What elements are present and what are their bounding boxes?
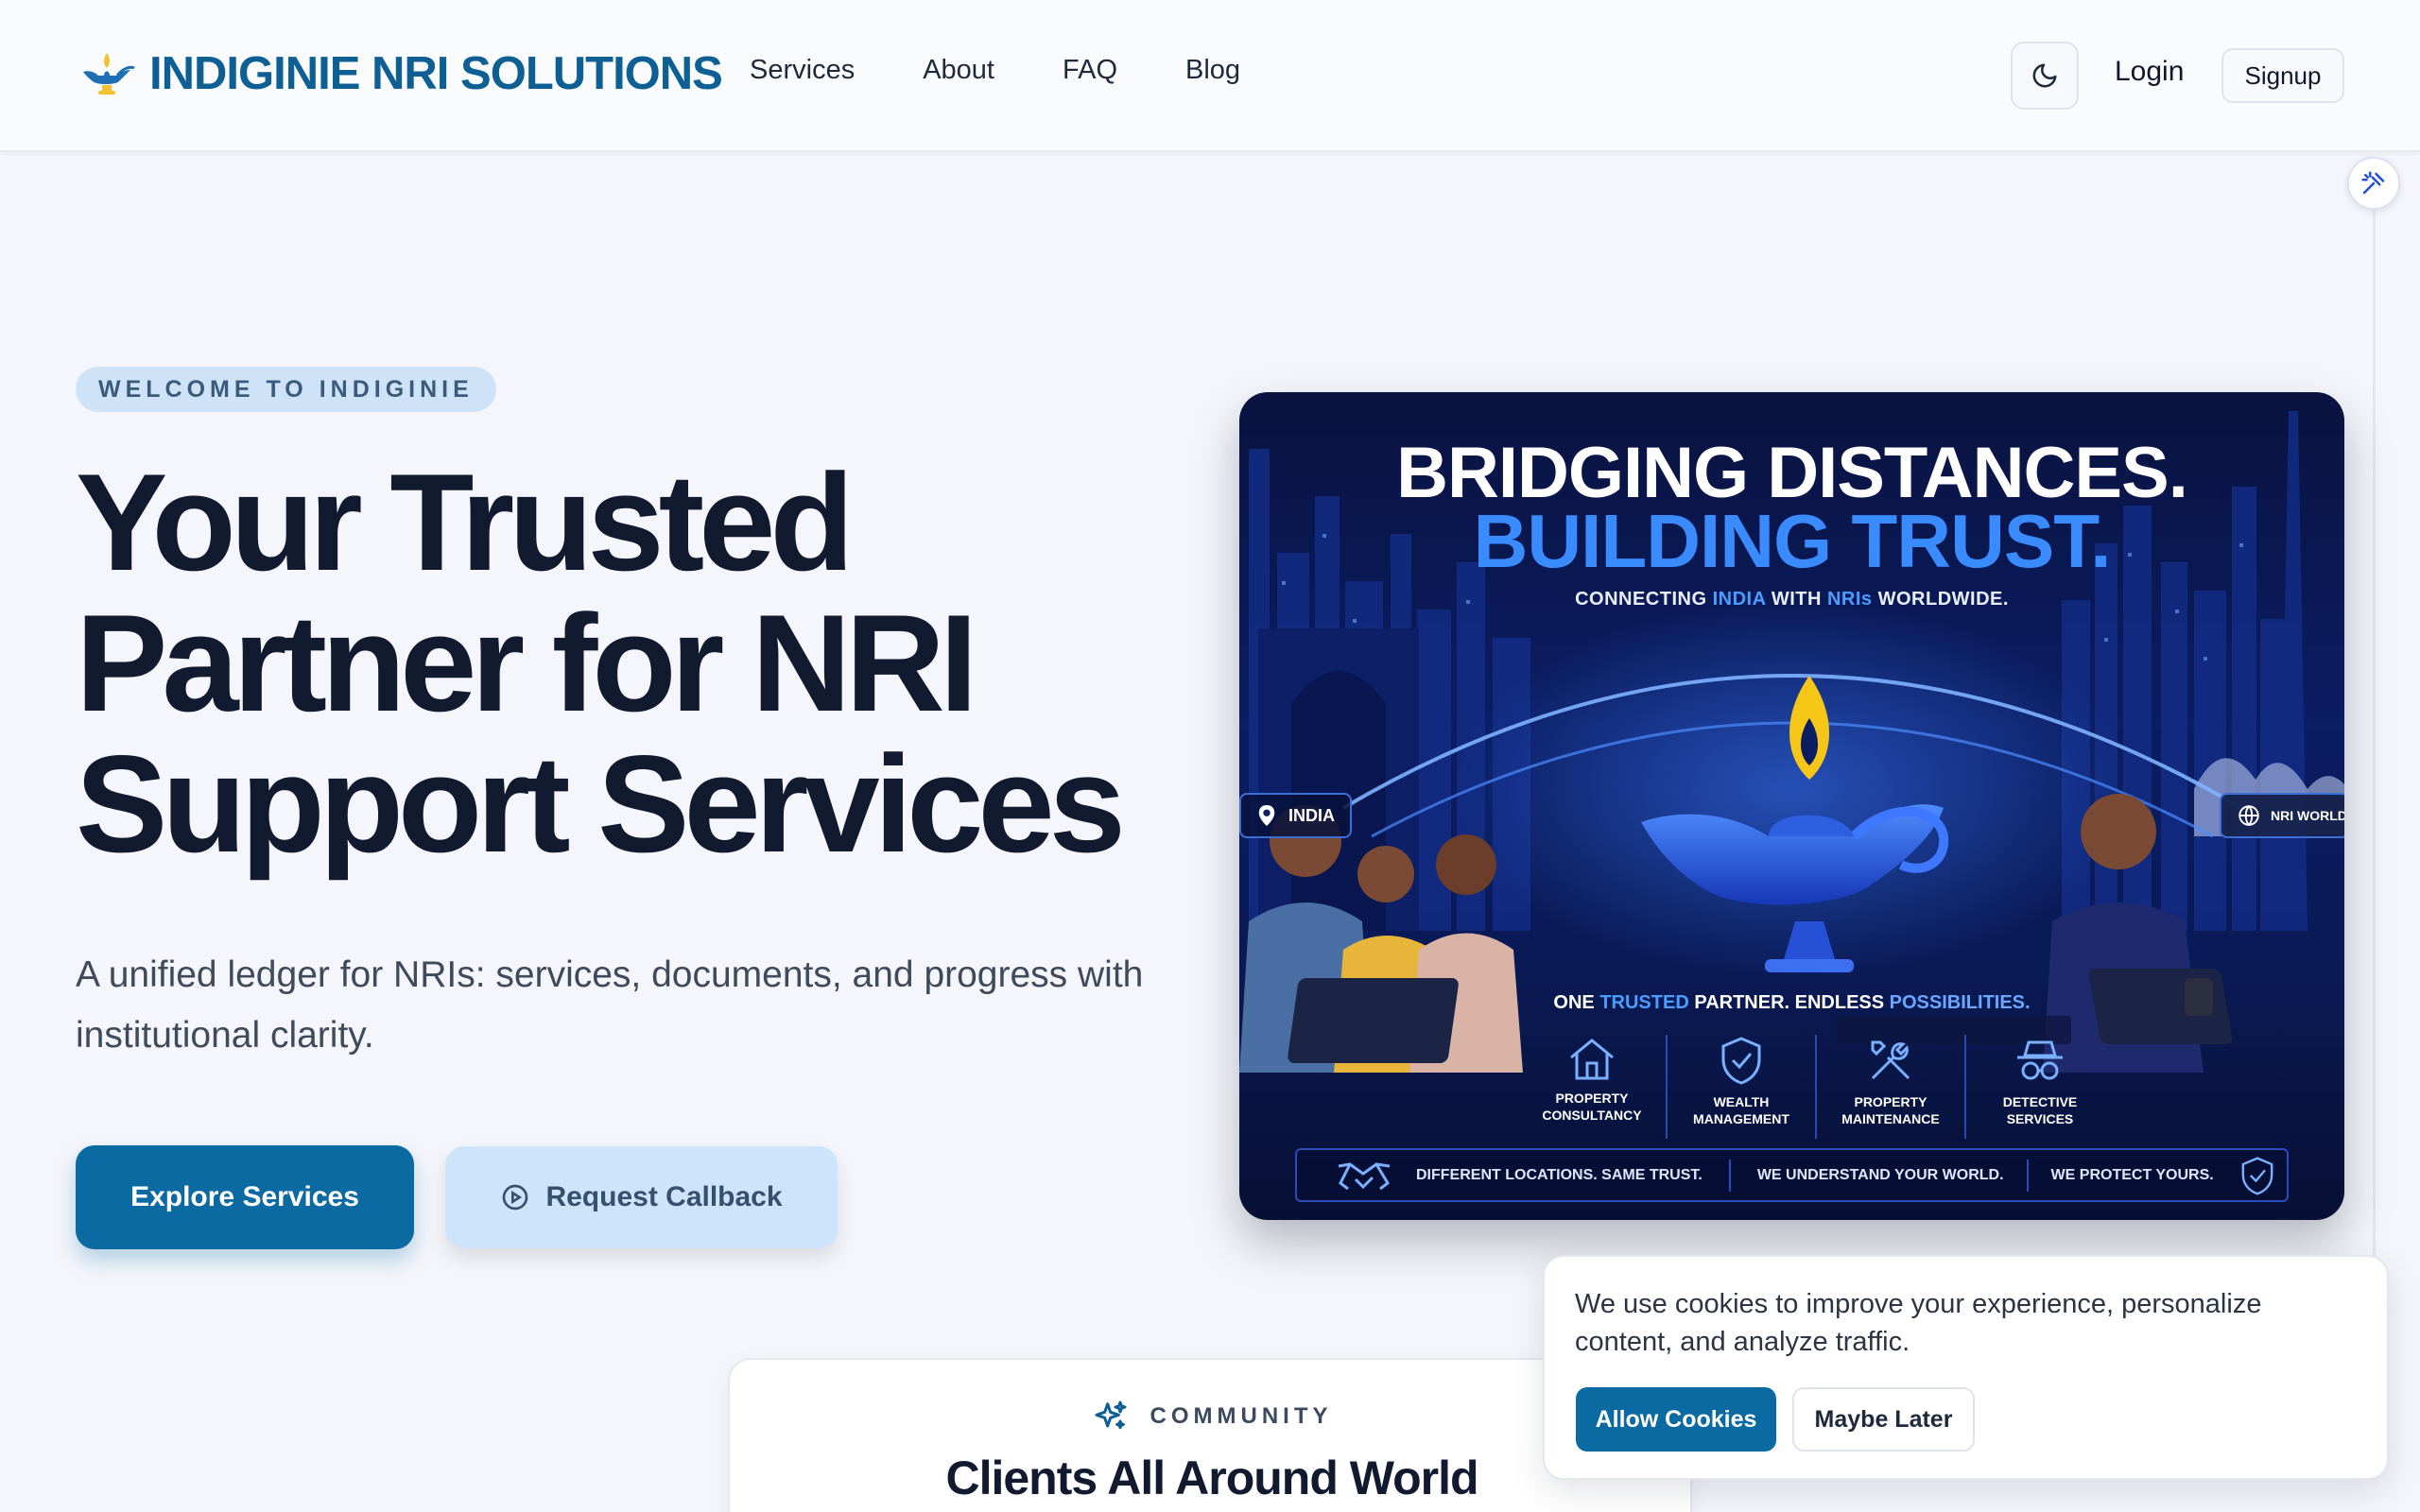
hero-title-line: Partner for NRI (76, 586, 977, 740)
banner-partner-text: ONE (1553, 992, 1600, 1013)
service-label: DETECTIVE SERVICES (1983, 1093, 2097, 1127)
banner-service-item: PROPERTY MAINTENANCE (1817, 1035, 1966, 1139)
banner-tagline-highlight: INDIA (1712, 589, 1766, 610)
banner-tagline: CONNECTING INDIA WITH NRIs WORLDWIDE. (1239, 589, 2344, 610)
banner-tagline-text: WORLDWIDE. (1872, 589, 2009, 610)
community-eyebrow-text: COMMUNITY (1150, 1403, 1333, 1429)
allow-cookies-button[interactable]: Allow Cookies (1576, 1387, 1776, 1452)
detective-icon (2017, 1040, 2063, 1080)
service-label-line: PROPERTY (1555, 1091, 1629, 1106)
bar-divider (2026, 1159, 2029, 1192)
service-label-line: MAINTENANCE (1841, 1111, 1940, 1126)
login-link[interactable]: Login (2115, 56, 2184, 88)
explore-services-button[interactable]: Explore Services (76, 1145, 414, 1249)
banner-bottom-bar: DIFFERENT LOCATIONS. SAME TRUST. WE UNDE… (1295, 1148, 2289, 1202)
shield-check-icon (2241, 1156, 2273, 1194)
banner-tagline-text: CONNECTING (1575, 589, 1713, 610)
request-callback-label: Request Callback (545, 1181, 783, 1212)
signup-button[interactable]: Signup (2221, 48, 2344, 103)
location-pin-icon (1258, 805, 1275, 826)
service-label: PROPERTY CONSULTANCY (1535, 1090, 1649, 1124)
accessibility-button[interactable] (2347, 157, 2400, 210)
nav-item-services[interactable]: Services (750, 55, 855, 86)
bar-divider (1728, 1159, 1731, 1192)
banner-partner-text: PARTNER. ENDLESS (1688, 992, 1890, 1013)
brand[interactable]: INDIGINIE NRI SOLUTIONS (76, 43, 723, 104)
nav-item-blog[interactable]: Blog (1185, 55, 1240, 86)
theme-toggle-button[interactable] (2011, 42, 2079, 110)
banner-services-row: PROPERTY CONSULTANCY WEALTH MANAGEMENT PRO… (1518, 1035, 2114, 1139)
hero-subtitle: A unified ledger for NRIs: services, doc… (76, 954, 1144, 1056)
cookie-message: We use cookies to improve your experienc… (1575, 1289, 2262, 1357)
banner-chip-nri-world: NRI WORLD (2220, 793, 2344, 838)
house-icon (1570, 1039, 1614, 1080)
banner-bar-text: DIFFERENT LOCATIONS. SAME TRUST. (1416, 1166, 1703, 1183)
moon-icon (2032, 63, 2057, 88)
banner-service-item: DETECTIVE SERVICES (1966, 1035, 2114, 1139)
hero-title-line: Your Trusted (76, 445, 855, 599)
nav-item-about[interactable]: About (923, 55, 994, 86)
service-label-line: MANAGEMENT (1693, 1111, 1789, 1126)
banner-tagline-text: WITH (1765, 589, 1827, 610)
sparkles-icon (1092, 1398, 1130, 1435)
accessibility-rail (2373, 210, 2376, 1268)
maybe-later-button[interactable]: Maybe Later (1792, 1387, 1975, 1452)
banner-bar-text: WE PROTECT YOURS. (2050, 1166, 2214, 1183)
hero-eyebrow: WELCOME TO INDIGINIE (76, 367, 496, 412)
handshake-icon (1338, 1161, 1391, 1190)
brand-name: INDIGINIE NRI SOLUTIONS (149, 48, 723, 99)
shield-check-icon (1721, 1037, 1761, 1085)
play-circle-icon (500, 1182, 530, 1212)
main-nav: Services About FAQ Blog (750, 55, 1308, 86)
service-label-line: WEALTH (1713, 1094, 1770, 1109)
tools-icon (1871, 1040, 1910, 1080)
banner-tagline-highlight: NRIs (1826, 589, 1873, 610)
site-header: INDIGINIE NRI SOLUTIONS Services About F… (0, 0, 2420, 152)
banner-partner-highlight: POSSIBILITIES. (1889, 992, 2031, 1013)
service-label: PROPERTY MAINTENANCE (1834, 1093, 1947, 1127)
hero-title-line: Support Services (76, 727, 1126, 881)
service-label-line: SERVICES (2006, 1111, 2074, 1126)
banner-title-line2: BUILDING TRUST. (1473, 499, 2112, 583)
banner-service-item: PROPERTY CONSULTANCY (1518, 1035, 1668, 1139)
accessibility-icon (2361, 171, 2385, 195)
hero-banner-image: BRIDGING DISTANCES. BUILDING TRUST. CONN… (1239, 392, 2344, 1220)
service-label-line: CONSULTANCY (1542, 1108, 1642, 1123)
magic-lamp-icon (83, 53, 135, 94)
cookie-banner: We use cookies to improve your experienc… (1543, 1255, 2389, 1480)
banner-bar-text: WE UNDERSTAND YOUR WORLD. (1756, 1166, 2004, 1183)
service-label: WEALTH MANAGEMENT (1685, 1093, 1798, 1127)
chip-label: INDIA (1288, 805, 1335, 825)
banner-chip-india: INDIA (1239, 793, 1352, 838)
service-label-line: PROPERTY (1854, 1094, 1927, 1109)
hero-title: Your Trusted Partner for NRI Support Ser… (76, 452, 1191, 874)
banner-partner-line: ONE TRUSTED PARTNER. ENDLESS POSSIBILITI… (1239, 992, 2344, 1014)
banner-partner-highlight: TRUSTED (1599, 992, 1689, 1013)
request-callback-button[interactable]: Request Callback (445, 1146, 838, 1248)
chip-label: NRI WORLD (2271, 808, 2344, 823)
banner-service-item: WEALTH MANAGEMENT (1668, 1035, 1817, 1139)
nav-item-faq[interactable]: FAQ (1063, 55, 1117, 86)
service-label-line: DETECTIVE (2002, 1094, 2078, 1109)
globe-icon (2238, 804, 2259, 827)
